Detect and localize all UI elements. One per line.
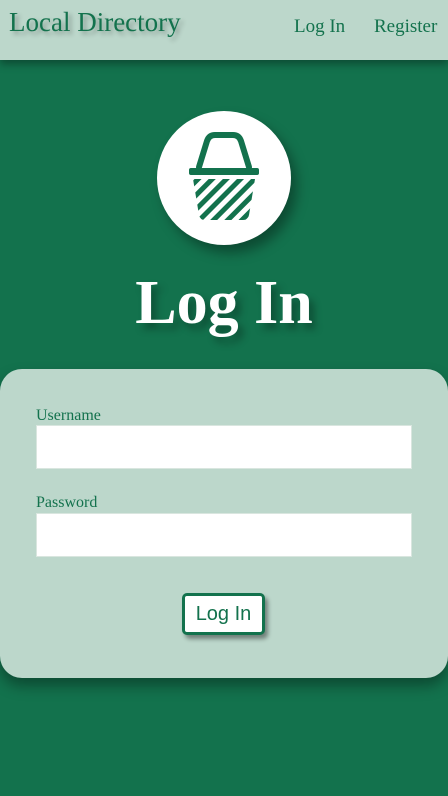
login-form: Username Password Log In: [0, 369, 448, 678]
username-input[interactable]: [36, 425, 412, 469]
password-label: Password: [36, 494, 98, 511]
username-label: Username: [36, 407, 101, 424]
password-input[interactable]: [36, 513, 412, 557]
nav-register-link[interactable]: Register: [374, 16, 437, 38]
navbar: Local Directory Log In Register: [0, 0, 448, 60]
logo-badge: [157, 111, 291, 245]
page-title: Log In: [135, 269, 313, 337]
brand-link[interactable]: Local Directory: [9, 7, 181, 38]
login-submit-button[interactable]: Log In: [182, 593, 265, 635]
nav-login-link[interactable]: Log In: [294, 16, 345, 38]
shopping-basket-icon: [189, 132, 259, 220]
